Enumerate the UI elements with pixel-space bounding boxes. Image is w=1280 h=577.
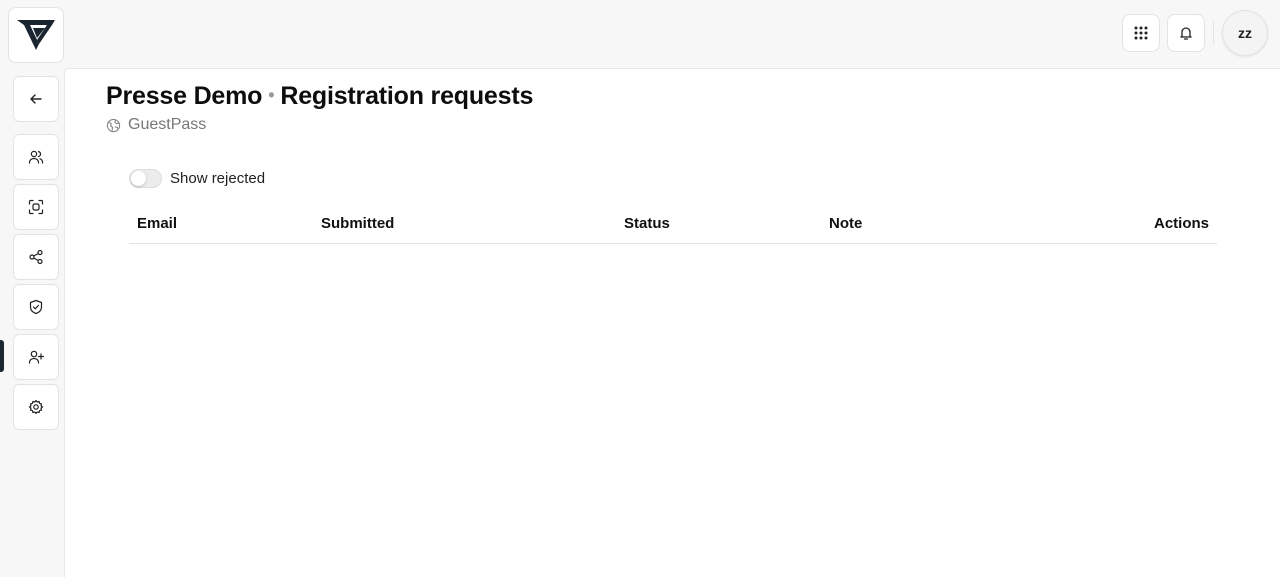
main-content: Presse Demo • Registration requests GuestP… (64, 68, 1280, 577)
registration-requests-table: Email Submitted Status Note Actions (129, 206, 1217, 244)
column-header-email[interactable]: Email (137, 215, 177, 232)
sidebar-item-settings[interactable] (13, 384, 59, 430)
header-divider (1213, 21, 1214, 45)
bell-icon (1180, 27, 1192, 40)
page-subtitle: GuestPass (106, 116, 206, 134)
sidebar (0, 68, 64, 577)
users-icon (28, 150, 44, 164)
column-header-note[interactable]: Note (829, 215, 862, 232)
top-bar: zz (0, 0, 1280, 68)
show-rejected-label: Show rejected (170, 170, 266, 187)
user-avatar[interactable]: zz (1222, 10, 1268, 56)
share-icon (29, 249, 43, 265)
shield-check-icon (29, 299, 43, 315)
sidebar-item-security[interactable] (13, 284, 59, 330)
app-logo[interactable] (8, 7, 64, 63)
face-scan-icon (28, 199, 44, 215)
page-title: Presse Demo • Registration requests (106, 82, 533, 111)
column-header-submitted[interactable]: Submitted (321, 215, 394, 232)
show-rejected-filter: Show rejected (129, 169, 265, 188)
toggle-knob (131, 171, 146, 186)
arrow-left-icon (30, 94, 42, 104)
sidebar-item-share[interactable] (13, 234, 59, 280)
column-header-status[interactable]: Status (624, 215, 670, 232)
sidebar-item-users[interactable] (13, 134, 59, 180)
sidebar-item-scan[interactable] (13, 184, 59, 230)
active-indicator (0, 340, 4, 372)
sidebar-item-registrations[interactable] (13, 334, 59, 380)
column-header-actions: Actions (1153, 215, 1209, 232)
title-separator: • (268, 85, 275, 105)
grid-dots-icon (1134, 26, 1148, 40)
apps-button[interactable] (1122, 14, 1160, 52)
show-rejected-toggle[interactable] (129, 169, 162, 188)
logo-icon (17, 20, 55, 50)
subtitle-text: GuestPass (128, 116, 207, 133)
page-title-secondary: Registration requests (280, 82, 534, 110)
globe-icon (106, 118, 121, 133)
gear-icon (28, 399, 44, 415)
page-title-primary: Presse Demo (106, 82, 263, 110)
notifications-button[interactable] (1167, 14, 1205, 52)
sidebar-item-back[interactable] (13, 76, 59, 122)
table-header: Email Submitted Status Note Actions (129, 206, 1217, 244)
user-plus-icon (28, 350, 44, 364)
